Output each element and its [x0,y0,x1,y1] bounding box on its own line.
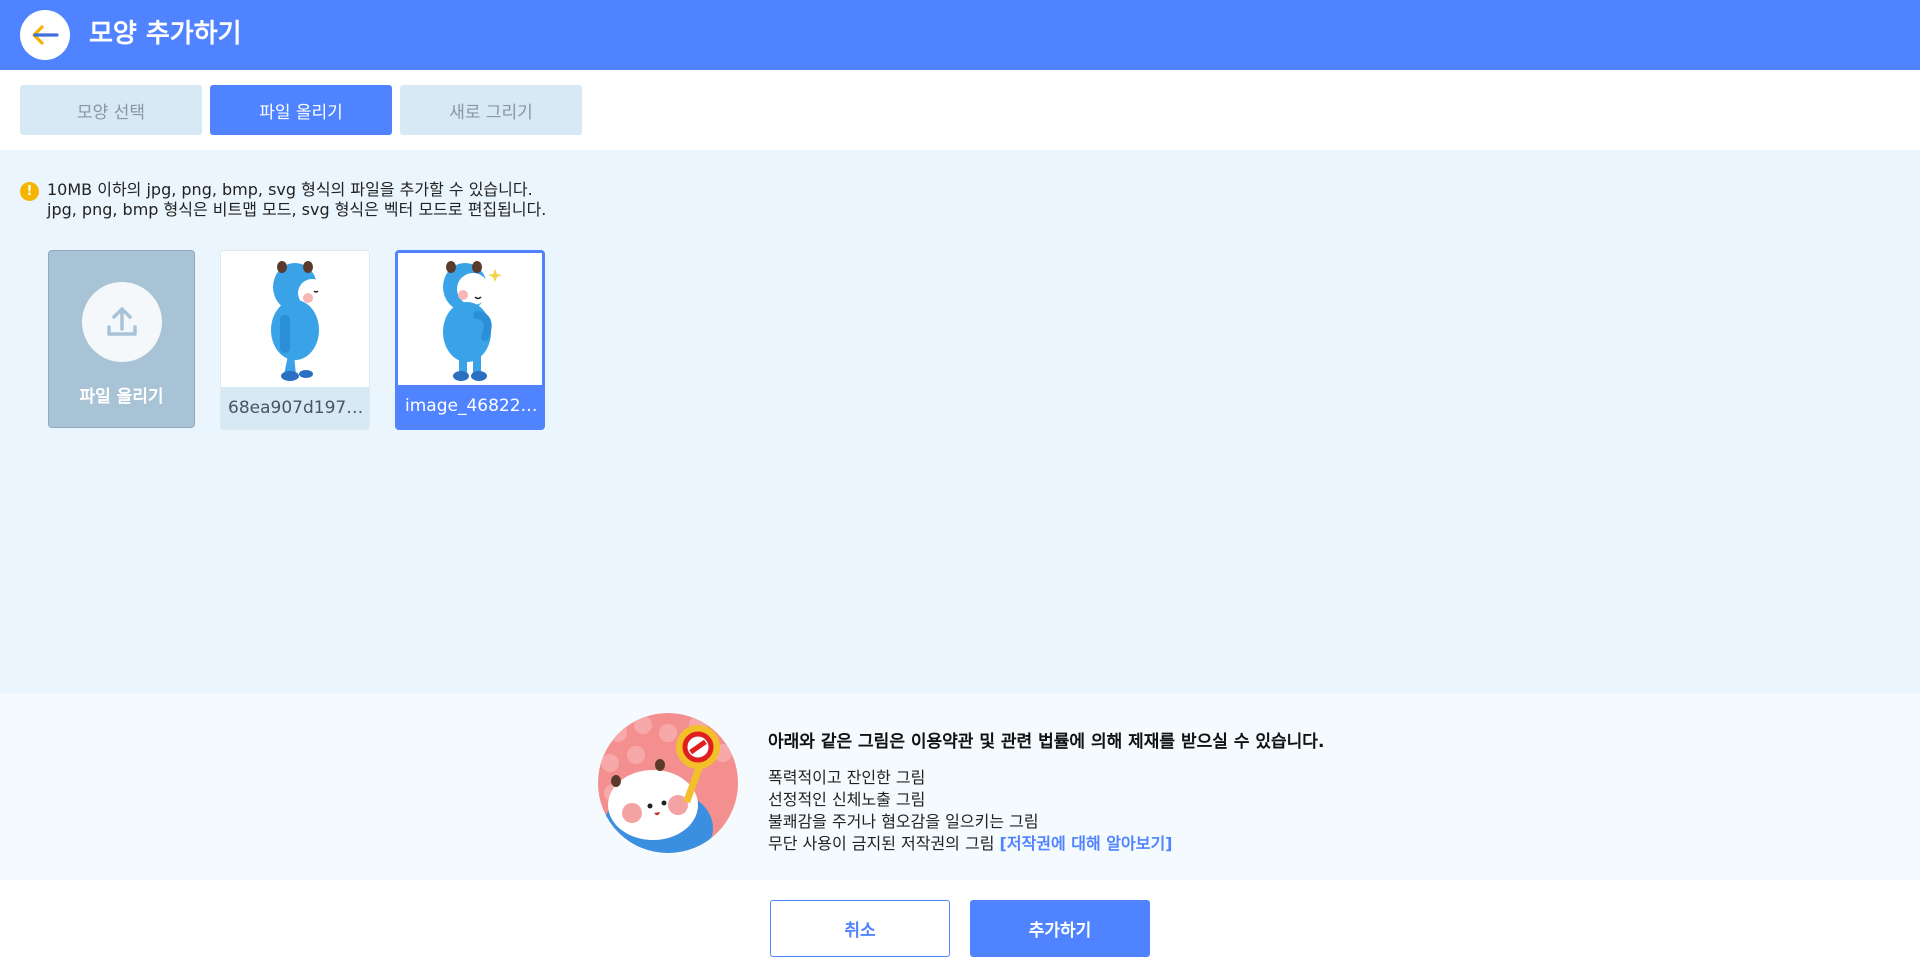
warning-item: 선정적인 신체노출 그림 [768,790,926,809]
notice-text: 10MB 이하의 jpg, png, bmp, svg 형식의 파일을 추가할 … [47,180,546,220]
arrow-left-icon [32,25,59,45]
file-name: 68ea907d197… [221,387,369,429]
file-thumbnail [221,251,369,387]
warning-text: 아래와 같은 그림은 이용약관 및 관련 법률에 의해 제재를 받으실 수 있습… [768,731,1324,855]
file-thumbnail [398,253,542,389]
upload-file-button[interactable]: 파일 올리기 [48,250,195,428]
file-name: image_468221… [398,385,542,427]
warning-item-with-link: 무단 사용이 금지된 저작권의 그림 [저작권에 대해 알아보기] [768,833,1324,855]
tab-shape-select[interactable]: 모양 선택 [20,85,202,135]
content-warning-panel: 아래와 같은 그림은 이용약관 및 관련 법률에 의해 제재를 받으실 수 있습… [0,693,1920,880]
footer-buttons: 취소 추가하기 [770,900,1150,957]
notice-line-1: 10MB 이하의 jpg, png, bmp, svg 형식의 파일을 추가할 … [47,180,533,199]
upload-icon [106,307,137,336]
upload-label: 파일 올리기 [79,387,164,407]
warning-item: 폭력적이고 잔인한 그림 [768,768,926,787]
copyright-info-link[interactable]: [저작권에 대해 알아보기] [1000,834,1173,853]
exclamation-icon: ! [20,182,39,201]
tab-new-drawing[interactable]: 새로 그리기 [400,85,582,135]
file-item-selected[interactable]: image_468221… [395,250,545,430]
warning-item: 불쾌감을 주거나 혐오감을 일으키는 그림 [768,812,1039,831]
file-item[interactable]: 68ea907d197… [220,250,370,430]
upload-icon-circle [81,282,162,362]
header-bar: 모양 추가하기 [0,0,1920,70]
tab-file-upload[interactable]: 파일 올리기 [210,85,392,135]
warning-item-text: 무단 사용이 금지된 저작권의 그림 [768,834,995,853]
tab-bar: 모양 선택 파일 올리기 새로 그리기 [20,85,582,135]
notice-line-2: jpg, png, bmp 형식은 비트맵 모드, svg 형식은 벡터 모드로… [47,200,547,219]
cancel-button[interactable]: 취소 [770,900,950,957]
page-title: 모양 추가하기 [89,19,242,49]
add-button[interactable]: 추가하기 [970,900,1150,957]
notice: ! 10MB 이하의 jpg, png, bmp, svg 형식의 파일을 추가… [20,180,546,220]
warning-list: 폭력적이고 잔인한 그림 선정적인 신체노출 그림 불쾌감을 주거나 혐오감을 … [768,767,1324,855]
warning-illustration [598,713,738,853]
back-button[interactable] [20,10,70,60]
upload-panel: ! 10MB 이하의 jpg, png, bmp, svg 형식의 파일을 추가… [0,150,1920,693]
file-list: 파일 올리기 68ea907d197… image_468221… [48,250,545,430]
warning-title: 아래와 같은 그림은 이용약관 및 관련 법률에 의해 제재를 받으실 수 있습… [768,732,1325,752]
